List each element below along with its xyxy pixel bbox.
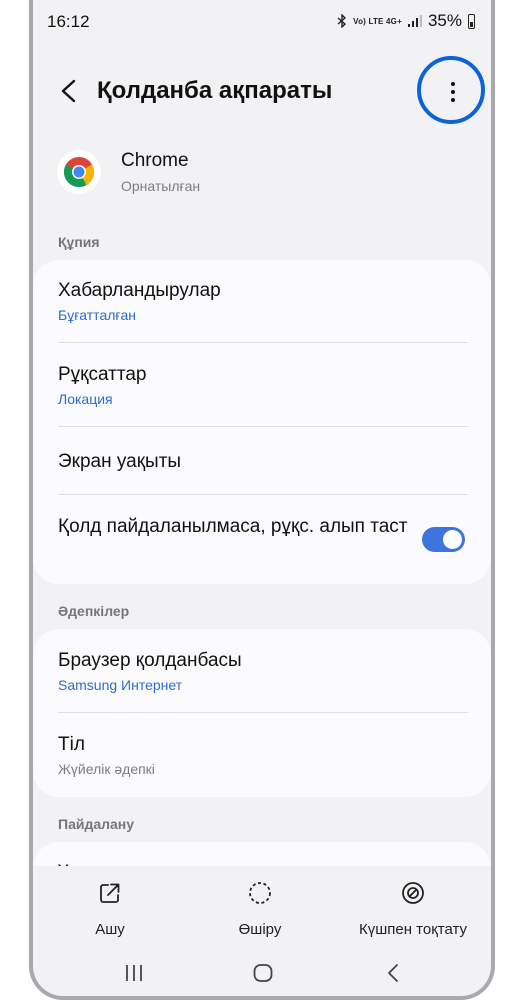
network-type-labels: Vo) LTE 4G+ <box>353 16 402 26</box>
battery-icon <box>468 13 475 29</box>
app-summary: Chrome Орнатылған <box>57 148 457 204</box>
browser-app-item[interactable]: Браузер қолданбасы Samsung Интернет <box>58 648 466 694</box>
status-time: 16:12 <box>47 12 90 31</box>
open-button[interactable]: Ашу <box>85 880 135 938</box>
divider <box>58 712 468 713</box>
bluetooth-icon <box>337 14 347 28</box>
bottom-action-bar: Ашу Өшіру Күшпен тоқтату <box>33 866 491 950</box>
divider <box>58 426 468 427</box>
notifications-item[interactable]: Хабарландырулар Бұғатталған <box>58 278 466 324</box>
section-label-usage: Пайдалану <box>58 816 135 832</box>
language-item[interactable]: Тіл Жүйелік әдепкі <box>58 732 466 778</box>
screen: 16:12 Vo) LTE 4G+ 35% Қолданба ақпараты <box>33 0 491 996</box>
force-stop-button[interactable]: Күшпен тоқтату <box>355 880 471 938</box>
highlight-circle <box>417 56 485 124</box>
permissions-status: Локация <box>58 391 113 407</box>
app-install-status: Орнатылған <box>121 178 201 194</box>
permissions-title: Рұқсаттар <box>58 364 147 385</box>
chevron-left-icon <box>61 79 76 103</box>
system-nav-bar <box>33 950 491 996</box>
status-bar: 16:12 Vo) LTE 4G+ 35% <box>33 0 491 44</box>
language-title: Тіл <box>58 734 85 755</box>
section-label-privacy: Құпия <box>58 234 100 250</box>
status-icons: Vo) LTE 4G+ 35% <box>337 11 475 31</box>
divider <box>58 342 468 343</box>
home-icon[interactable] <box>252 962 274 984</box>
disable-label: Өшіру <box>238 921 282 938</box>
disable-icon <box>249 882 271 904</box>
recent-apps-icon[interactable] <box>123 962 145 984</box>
permissions-item[interactable]: Рұқсаттар Локация <box>58 362 466 408</box>
back-nav-icon[interactable] <box>383 962 405 984</box>
back-button[interactable] <box>55 76 83 106</box>
app-name: Chrome <box>121 150 189 171</box>
screen-time-item[interactable]: Экран уақыты <box>58 449 466 475</box>
remove-permissions-title: Қолд пайдаланылмаса, рұқс. алып таст <box>58 516 408 537</box>
chrome-logo-icon <box>57 150 101 194</box>
force-stop-icon <box>402 882 424 904</box>
force-stop-label: Күшпен тоқтату <box>358 921 468 938</box>
open-label: Ашу <box>95 921 125 938</box>
battery-percent: 35% <box>427 11 462 30</box>
signal-icon <box>407 15 422 27</box>
divider <box>58 494 468 495</box>
open-external-icon <box>100 883 120 903</box>
disable-button[interactable]: Өшіру <box>232 880 288 938</box>
section-label-defaults: Әдепкілер <box>58 603 130 619</box>
remove-permissions-toggle[interactable] <box>422 527 465 552</box>
browser-app-title: Браузер қолданбасы <box>58 650 242 671</box>
notifications-title: Хабарландырулар <box>58 280 221 301</box>
screen-time-title: Экран уақыты <box>58 451 182 472</box>
page-title: Қолданба ақпараты <box>97 77 333 104</box>
browser-app-value: Samsung Интернет <box>58 677 183 693</box>
language-value: Жүйелік әдепкі <box>58 761 155 777</box>
notifications-status: Бұғатталған <box>58 307 137 323</box>
remove-permissions-item[interactable]: Қолд пайдаланылмаса, рұқс. алып таст <box>58 514 408 540</box>
